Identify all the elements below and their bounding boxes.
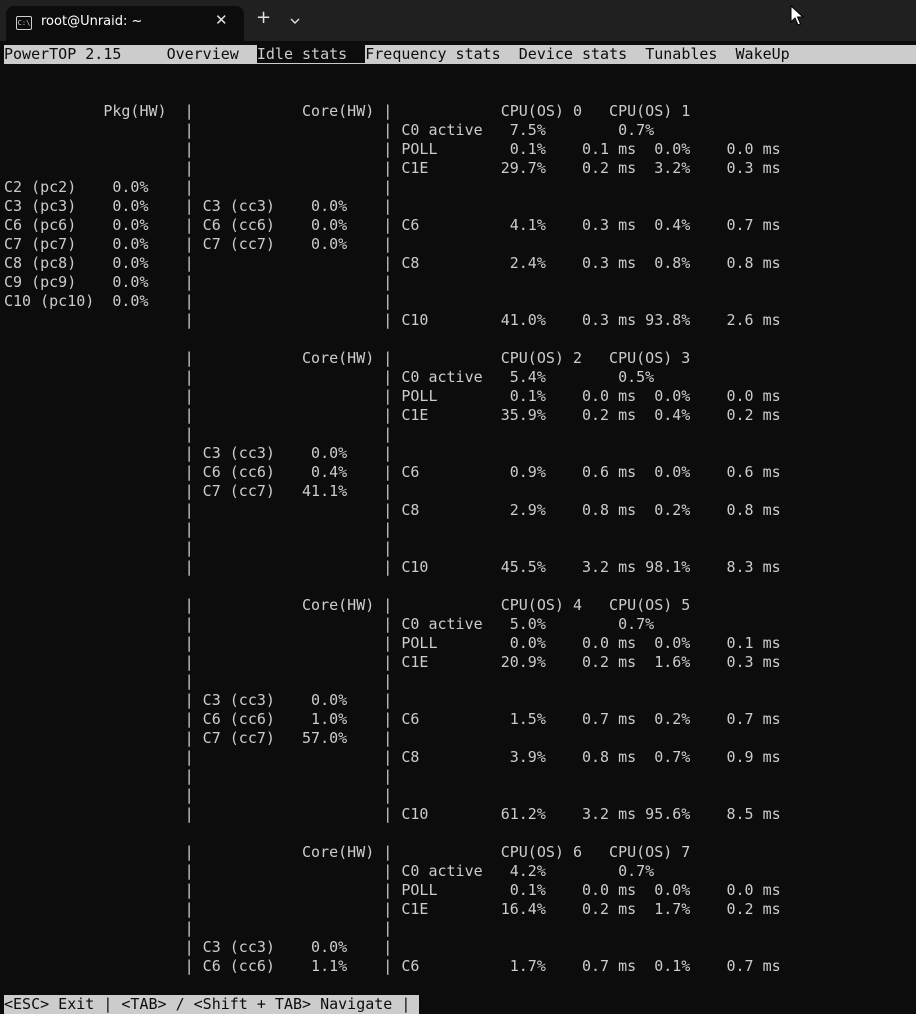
terminal-line: | | C0 active 5.0% 0.7% — [4, 615, 655, 633]
terminal-line: | | C1E 29.7% 0.2 ms 3.2% 0.3 ms — [4, 159, 781, 177]
terminal-line: | | — [4, 672, 393, 690]
terminal-line: | | — [4, 539, 393, 557]
terminal-line: | Core(HW) | CPU(OS) 6 CPU(OS) 7 — [4, 843, 691, 861]
terminal-line: C7 (pc7) 0.0% | C7 (cc7) 0.0% | — [4, 235, 393, 253]
terminal-line: | | — [4, 786, 393, 804]
new-tab-button[interactable]: + — [256, 8, 271, 28]
tab-tunables[interactable]: Tunables — [645, 45, 717, 63]
tab-overview[interactable]: Overview — [167, 45, 239, 63]
terminal-icon: C:\ — [16, 16, 32, 30]
terminal-line: | | POLL 0.1% 0.0 ms 0.0% 0.0 ms — [4, 881, 781, 899]
terminal-line: | Core(HW) | CPU(OS) 4 CPU(OS) 5 — [4, 596, 691, 614]
terminal-line: | C6 (cc6) 0.4% | C6 0.9% 0.6 ms 0.0% 0.… — [4, 463, 781, 481]
terminal-line: | Core(HW) | CPU(OS) 2 CPU(OS) 3 — [4, 349, 691, 367]
terminal-line: | C3 (cc3) 0.0% | — [4, 444, 393, 462]
terminal-line: | | POLL 0.1% 0.1 ms 0.0% 0.0 ms — [4, 140, 781, 158]
terminal-line: C2 (pc2) 0.0% | | — [4, 178, 393, 196]
terminal-line: | | — [4, 425, 393, 443]
tab-device-stats[interactable]: Device stats — [519, 45, 627, 63]
terminal-line: | C6 (cc6) 1.1% | C6 1.7% 0.7 ms 0.1% 0.… — [4, 957, 781, 975]
terminal-line: C3 (pc3) 0.0% | C3 (cc3) 0.0% | — [4, 197, 393, 215]
terminal-line: Pkg(HW) | Core(HW) | CPU(OS) 0 CPU(OS) 1 — [4, 102, 691, 120]
terminal-line: | | — [4, 919, 393, 937]
terminal-line: | | C0 active 7.5% 0.7% — [4, 121, 655, 139]
status-bar: <ESC> Exit | <TAB> / <Shift + TAB> Navig… — [4, 995, 420, 1014]
terminal-line: | | — [4, 767, 393, 785]
terminal-line: | | C0 active 4.2% 0.7% — [4, 862, 655, 880]
tab-title: root@Unraid: ~ — [41, 14, 143, 29]
powertop-version: PowerTOP 2.15 — [4, 45, 122, 63]
window-title-bar: C:\ root@Unraid: ~ ✕ + — [0, 0, 916, 41]
terminal-line: C10 (pc10) 0.0% | | — [4, 292, 393, 310]
terminal-line: | | C10 41.0% 0.3 ms 93.8% 2.6 ms — [4, 311, 781, 329]
terminal-line: | | C0 active 5.4% 0.5% — [4, 368, 655, 386]
tab-wakeup[interactable]: WakeUp — [736, 45, 790, 63]
terminal-line: | C7 (cc7) 41.1% | — [4, 482, 393, 500]
terminal-tab[interactable]: C:\ root@Unraid: ~ ✕ — [6, 6, 244, 41]
idle-stats-table: Pkg(HW) | Core(HW) | CPU(OS) 0 CPU(OS) 1… — [4, 64, 916, 995]
powertop-tab-bar: PowerTOP 2.15 Overview Idle stats Freque… — [4, 45, 916, 64]
terminal-line: | | — [4, 520, 393, 538]
terminal-line: | | POLL 0.0% 0.0 ms 0.0% 0.1 ms — [4, 634, 781, 652]
tab-frequency-stats[interactable]: Frequency stats — [365, 45, 500, 63]
terminal-line: | C7 (cc7) 57.0% | — [4, 729, 393, 747]
close-tab-button[interactable]: ✕ — [215, 11, 228, 29]
tab-idle-stats[interactable]: Idle stats — [256, 45, 348, 63]
terminal-line: | | C8 3.9% 0.8 ms 0.7% 0.9 ms — [4, 748, 781, 766]
terminal-line: | | C10 45.5% 3.2 ms 98.1% 8.3 ms — [4, 558, 781, 576]
terminal-line: | | C8 2.9% 0.8 ms 0.2% 0.8 ms — [4, 501, 781, 519]
tab-dropdown-chevron-icon[interactable] — [283, 9, 307, 33]
terminal-line: | C3 (cc3) 0.0% | — [4, 691, 393, 709]
terminal-line: | | C1E 16.4% 0.2 ms 1.7% 0.2 ms — [4, 900, 781, 918]
terminal-line: | | POLL 0.1% 0.0 ms 0.0% 0.0 ms — [4, 387, 781, 405]
terminal-line: | | C1E 20.9% 0.2 ms 1.6% 0.3 ms — [4, 653, 781, 671]
terminal-line: | C3 (cc3) 0.0% | — [4, 938, 393, 956]
terminal-line: C6 (pc6) 0.0% | C6 (cc6) 0.0% | C6 4.1% … — [4, 216, 781, 234]
terminal-line: | | C10 61.2% 3.2 ms 95.6% 8.5 ms — [4, 805, 781, 823]
terminal-line: | C6 (cc6) 1.0% | C6 1.5% 0.7 ms 0.2% 0.… — [4, 710, 781, 728]
terminal-line: C8 (pc8) 0.0% | | C8 2.4% 0.3 ms 0.8% 0.… — [4, 254, 781, 272]
terminal-screen[interactable]: PowerTOP 2.15 Overview Idle stats Freque… — [4, 45, 916, 1014]
terminal-line: | | C1E 35.9% 0.2 ms 0.4% 0.2 ms — [4, 406, 781, 424]
terminal-line: C9 (pc9) 0.0% | | — [4, 273, 393, 291]
mouse-pointer-icon — [790, 5, 804, 26]
